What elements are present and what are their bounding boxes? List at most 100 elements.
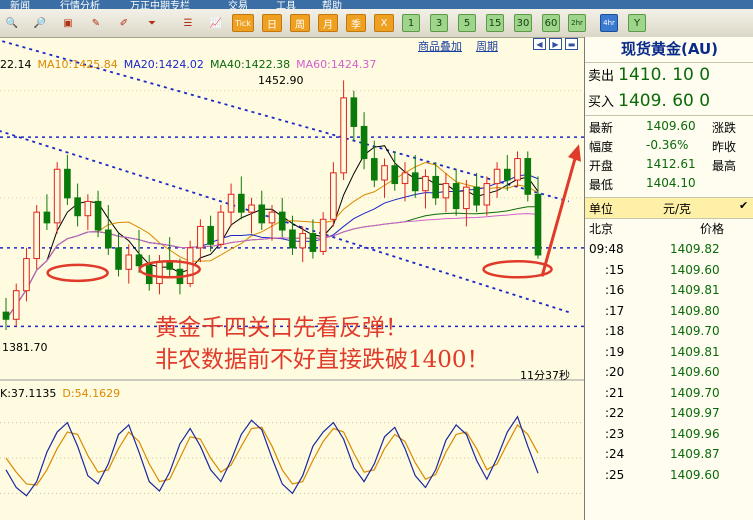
rebound-arrow <box>540 154 578 277</box>
candle <box>452 169 460 216</box>
period-button-1[interactable]: 周 <box>290 14 310 32</box>
stat-value: 1409.60 <box>646 119 696 133</box>
tick-price: 1409.70 <box>670 385 720 400</box>
candle <box>483 176 491 216</box>
stat-label-2: 最高 <box>712 159 737 173</box>
price-header: 价格 <box>700 222 725 236</box>
tick-row: :18 1409.70 <box>585 324 753 344</box>
arrow-head <box>568 144 581 162</box>
forward-icon[interactable]: ▶ <box>549 38 562 50</box>
zoom-in-icon[interactable]: 🔍 <box>2 14 22 32</box>
filter-icon[interactable]: ⏷ <box>142 14 162 32</box>
tick-row: :15 1409.60 <box>585 263 753 283</box>
analysis-annotation: 黄金千四关口先看反弹！ 非农数据前不好直接跌破1400！ <box>155 312 490 376</box>
candle <box>258 190 266 230</box>
indicator-icon[interactable]: 📈 <box>206 14 226 32</box>
kd-legend: K:37.1135 D:54.1629 <box>0 387 126 400</box>
buy-label: 买入 <box>588 95 615 110</box>
sell-value: 1410. 10 0 <box>618 65 711 85</box>
bar-countdown: 11分37秒 <box>520 369 570 382</box>
zoom-out-icon[interactable]: 🔎 <box>30 14 50 32</box>
chart-link[interactable]: 周期 <box>476 40 498 53</box>
tick-row: :24 1409.87 <box>585 447 753 467</box>
d-line <box>5 423 539 486</box>
chart-area[interactable] <box>0 37 584 520</box>
kd-legend-item: D:54.1629 <box>62 387 121 400</box>
candle <box>84 194 92 230</box>
tick-price: 1409.60 <box>670 467 720 482</box>
menu-item[interactable]: 新闻 <box>10 0 30 9</box>
candle <box>166 237 174 277</box>
candle <box>360 112 368 170</box>
window-icon[interactable]: ▣ <box>58 14 78 32</box>
candle <box>340 80 347 180</box>
instrument-title: 现货黄金(AU) <box>585 37 753 63</box>
quote-stat-row: 最低 1404.10 <box>589 176 753 194</box>
tick-button[interactable]: Tick <box>232 14 254 32</box>
minimize-icon[interactable]: ▬ <box>565 38 578 50</box>
pen-icon[interactable]: ✎ <box>86 14 106 32</box>
tick-time: :22 <box>605 406 625 420</box>
stat-value: 1404.10 <box>646 176 696 190</box>
minute-button-4hr[interactable]: 4hr <box>600 14 618 32</box>
tick-time: :21 <box>605 385 625 400</box>
candle <box>248 197 255 234</box>
minute-button-1[interactable]: 1 <box>402 14 420 32</box>
minute-button-60[interactable]: 60 <box>542 14 560 32</box>
tick-time: :24 <box>605 447 625 461</box>
stat-label: 开盘 <box>589 159 614 173</box>
check-icon: ✔ <box>739 199 749 212</box>
tick-time: :15 <box>605 262 625 277</box>
tick-header: 北京 价格 <box>585 220 753 240</box>
quote-panel: 现货黄金(AU) 卖出 1410. 10 0 买入 1409. 60 0 最新 1… <box>584 37 753 520</box>
candle <box>74 183 81 227</box>
minute-button-2hr[interactable]: 2hr <box>568 14 586 32</box>
minute-button-5[interactable]: 5 <box>458 14 476 32</box>
period-button-4[interactable]: X <box>374 14 394 32</box>
tick-time: 09:48 <box>589 242 624 256</box>
candle <box>319 212 327 255</box>
unit-label: 单位 <box>589 202 614 216</box>
tick-row: 09:48 1409.82 <box>585 242 753 262</box>
period-button-0[interactable]: 日 <box>262 14 282 32</box>
tick-row: :21 1409.70 <box>585 386 753 406</box>
menu-item[interactable]: 帮助 <box>322 0 342 9</box>
menu-item[interactable]: 交易 <box>228 0 248 9</box>
menu-item[interactable]: 万正中期专栏 <box>130 0 190 9</box>
tick-time: :18 <box>605 324 625 338</box>
candle <box>370 140 378 188</box>
minute-button-3[interactable]: 3 <box>430 14 448 32</box>
menu-item[interactable]: 工具 <box>276 0 296 9</box>
low-price-label: 1381.70 <box>2 341 48 354</box>
candle <box>197 219 204 263</box>
unit-row: 单位 元/克 ✔ <box>585 197 753 219</box>
candle <box>237 176 245 220</box>
ma-legend-item: MA60:1424.37 <box>296 58 377 71</box>
tick-price: 1409.60 <box>670 262 720 277</box>
tick-price: 1409.87 <box>670 447 720 461</box>
annotation-line-2: 非农数据前不好直接跌破1400！ <box>155 347 490 373</box>
minute-button-Y[interactable]: Y <box>628 14 646 32</box>
stat-label-2: 涨跌 <box>712 121 737 135</box>
candle <box>422 169 429 209</box>
chart-link[interactable]: 商品叠加 <box>418 40 462 53</box>
tick-price: 1409.81 <box>670 283 720 297</box>
tick-price: 1409.97 <box>670 406 720 420</box>
candle <box>401 162 409 202</box>
back-icon[interactable]: ◀ <box>533 38 546 50</box>
minute-button-30[interactable]: 30 <box>514 14 532 32</box>
period-button-2[interactable]: 月 <box>318 14 338 32</box>
ma-legend: 22.14 MA10:1425.84 MA20:1424.02 MA40:1422.3… <box>0 58 382 72</box>
tick-price: 1409.96 <box>670 426 720 441</box>
tick-price: 1409.82 <box>670 242 720 256</box>
draw-icon[interactable]: ✐ <box>114 14 134 32</box>
menu-item[interactable]: 行情分析 <box>60 0 100 9</box>
stat-label-2: 昨收 <box>712 140 737 154</box>
stat-label: 最低 <box>589 178 614 192</box>
period-button-3[interactable]: 季 <box>346 14 366 32</box>
tick-row: :25 1409.60 <box>585 468 753 488</box>
list-icon[interactable]: ☰ <box>178 14 198 32</box>
unit-value: 元/克 <box>663 202 692 216</box>
sell-label: 卖出 <box>588 69 615 84</box>
minute-button-15[interactable]: 15 <box>486 14 504 32</box>
